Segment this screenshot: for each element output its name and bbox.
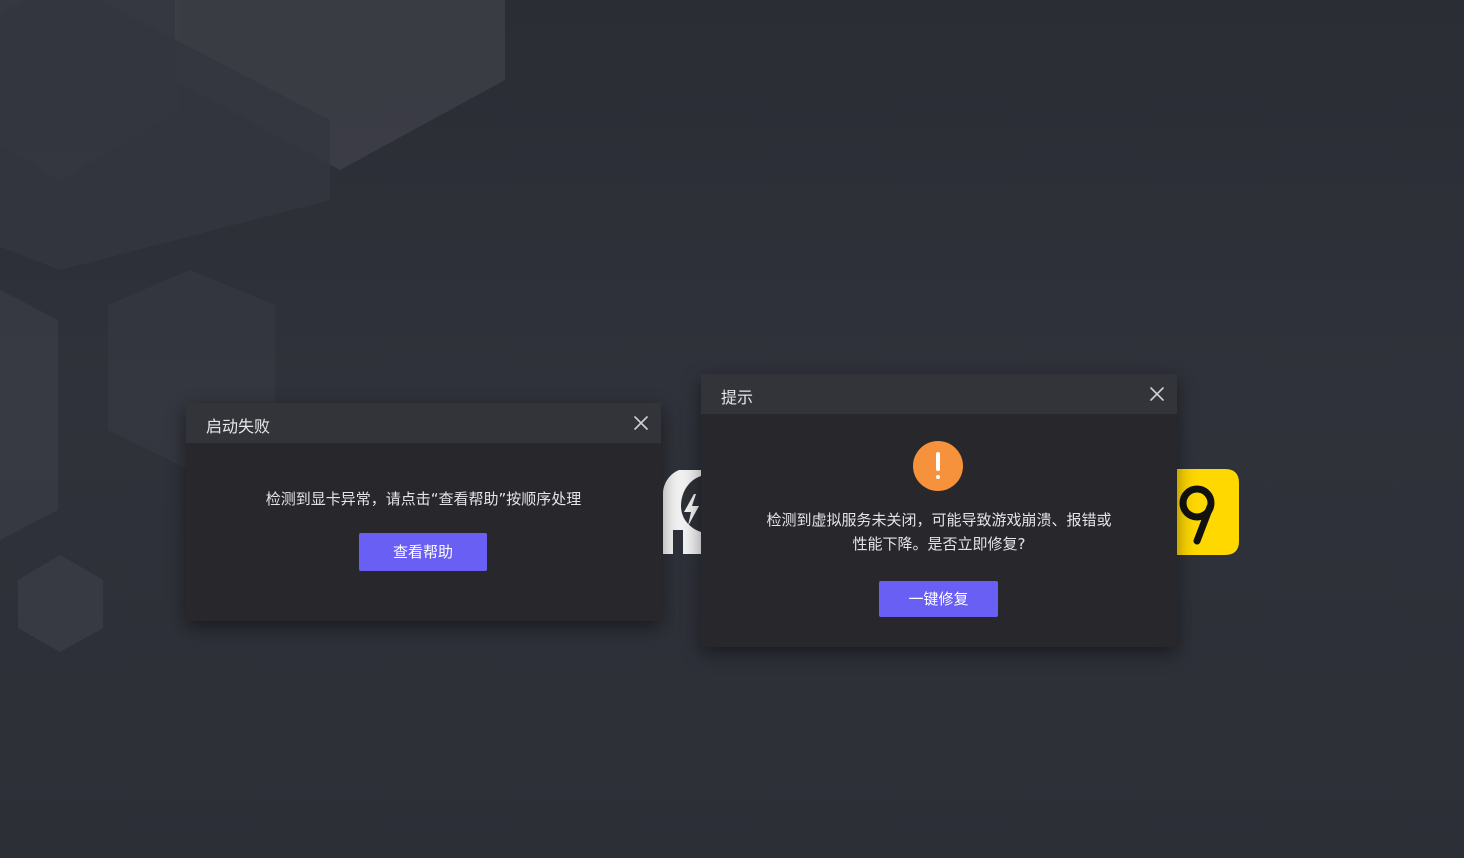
dialog-title: 提示 [721, 388, 754, 407]
view-help-button[interactable]: 查看帮助 [359, 533, 487, 571]
one-click-fix-button[interactable]: 一键修复 [879, 581, 998, 617]
lightning-bolt-icon [661, 470, 701, 554]
hint-dialog: 提示 检测到虚拟服务未关闭，可能导致游戏崩溃、报错或性能下降。是否立即修复? 一… [701, 374, 1177, 647]
close-icon [1150, 387, 1164, 401]
dialog-message: 检测到虚拟服务未关闭，可能导致游戏崩溃、报错或性能下降。是否立即修复? [766, 511, 1112, 553]
dialog-header: 提示 [701, 374, 1177, 414]
dialog-header: 启动失败 [186, 403, 661, 443]
close-icon [634, 416, 648, 430]
dialog-message: 检测到显卡异常，请点击“查看帮助”按顺序处理 [265, 490, 582, 508]
close-button[interactable] [1147, 384, 1167, 404]
warning-icon [913, 441, 963, 491]
nine-icon [1177, 469, 1239, 555]
dialog-title: 启动失败 [206, 417, 271, 436]
launch-failed-dialog: 启动失败 检测到显卡异常，请点击“查看帮助”按顺序处理 查看帮助 [186, 403, 661, 621]
close-button[interactable] [631, 413, 651, 433]
desktop-background: 启动失败 检测到显卡异常，请点击“查看帮助”按顺序处理 查看帮助 提示 检测到虚… [0, 0, 1464, 858]
